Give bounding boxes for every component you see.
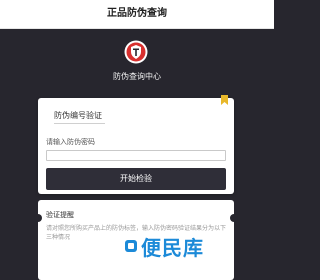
start-check-button[interactable]: 开始检验: [46, 168, 226, 190]
ticket-notch-left: [34, 214, 42, 222]
brand-shield-logo-icon: [124, 40, 148, 64]
nav-bar: 正品防伪查询: [0, 0, 274, 29]
title-underline: [54, 123, 105, 124]
watermark-text: 便民库: [141, 235, 204, 260]
bookmark-icon: [221, 95, 228, 105]
code-prompt-label: 请输入防伪密码: [46, 138, 95, 146]
anti-counterfeit-code-input[interactable]: [46, 150, 226, 161]
page-title: 正品防伪查询: [107, 8, 167, 19]
watermark: 便民库: [124, 232, 204, 260]
ticket-notch-right: [230, 214, 238, 222]
verify-card-title: 防伪编号验证: [54, 111, 102, 120]
hero-title: 防伪查询中心: [113, 72, 161, 81]
verify-card: 防伪编号验证 请输入防伪密码 开始检验: [38, 95, 234, 194]
hero-section: 防伪查询中心: [0, 29, 274, 101]
watermark-icon: [125, 240, 137, 252]
tips-title: 验证提醒: [46, 210, 76, 220]
